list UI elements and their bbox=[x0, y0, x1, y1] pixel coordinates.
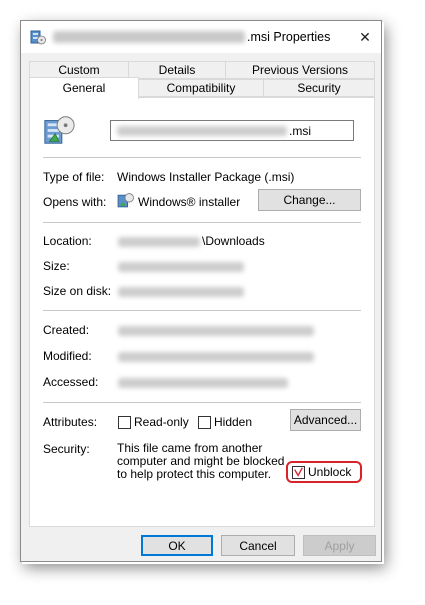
close-button[interactable]: ✕ bbox=[349, 21, 381, 53]
general-panel: .msi Type of file: Windows Installer Pac… bbox=[29, 97, 375, 527]
security-label: Security: bbox=[43, 442, 90, 456]
size-redacted bbox=[118, 262, 244, 272]
modified-label: Modified: bbox=[43, 349, 92, 363]
installer-package-icon bbox=[44, 116, 75, 144]
file-name-extension: .msi bbox=[289, 124, 311, 138]
window-title: .msi Properties bbox=[247, 30, 331, 44]
size-on-disk-redacted bbox=[118, 287, 244, 297]
file-name-redacted bbox=[117, 126, 287, 136]
apply-button[interactable]: Apply bbox=[303, 535, 376, 556]
hidden-label[interactable]: Hidden bbox=[214, 415, 252, 429]
location-redacted bbox=[118, 237, 200, 247]
size-label: Size: bbox=[43, 259, 70, 273]
change-button-label: Change... bbox=[283, 193, 336, 207]
readonly-checkbox[interactable] bbox=[118, 416, 131, 429]
security-message: This file came from another computer and… bbox=[117, 441, 285, 481]
properties-dialog: .msi Properties ✕ Custom Details Previou… bbox=[20, 20, 382, 562]
close-icon: ✕ bbox=[359, 28, 371, 45]
tab-security[interactable]: Security bbox=[263, 79, 375, 97]
separator bbox=[43, 157, 361, 158]
tab-general[interactable]: General bbox=[29, 77, 139, 99]
modified-redacted bbox=[118, 352, 314, 362]
cancel-button-label: Cancel bbox=[239, 538, 277, 553]
tab-label: Compatibility bbox=[166, 81, 236, 95]
title-filename-redacted bbox=[53, 31, 245, 43]
apply-button-label: Apply bbox=[324, 538, 355, 553]
type-of-file-label: Type of file: bbox=[43, 170, 105, 184]
type-of-file-value: Windows Installer Package (.msi) bbox=[117, 170, 295, 184]
separator bbox=[43, 310, 361, 311]
location-value: \Downloads bbox=[202, 234, 265, 248]
tab-label: General bbox=[62, 81, 106, 95]
opens-with-value: Windows® installer bbox=[138, 195, 241, 209]
location-label: Location: bbox=[43, 234, 92, 248]
change-button[interactable]: Change... bbox=[258, 189, 361, 211]
cancel-button[interactable]: Cancel bbox=[221, 535, 295, 556]
tab-label: Previous Versions bbox=[251, 63, 349, 77]
unblock-checkbox[interactable] bbox=[292, 466, 305, 479]
created-label: Created: bbox=[43, 323, 90, 337]
hidden-checkbox[interactable] bbox=[198, 416, 211, 429]
readonly-label[interactable]: Read-only bbox=[134, 415, 189, 429]
msi-package-icon bbox=[30, 30, 46, 45]
tab-previous-versions[interactable]: Previous Versions bbox=[225, 61, 375, 79]
accessed-label: Accessed: bbox=[43, 375, 99, 389]
opens-with-label: Opens with: bbox=[43, 195, 107, 209]
title-bar[interactable]: .msi Properties ✕ bbox=[21, 21, 381, 53]
tab-label: Security bbox=[297, 81, 341, 95]
separator bbox=[43, 402, 361, 403]
ok-button-label: OK bbox=[168, 538, 186, 553]
unblock-label[interactable]: Unblock bbox=[308, 465, 351, 479]
advanced-button-label: Advanced... bbox=[293, 413, 358, 427]
ok-button[interactable]: OK bbox=[141, 535, 213, 556]
accessed-redacted bbox=[118, 378, 288, 388]
separator bbox=[43, 222, 361, 223]
tab-label: Details bbox=[158, 63, 196, 77]
created-redacted bbox=[118, 326, 314, 336]
tab-details[interactable]: Details bbox=[128, 61, 226, 79]
file-name-field[interactable]: .msi bbox=[110, 120, 354, 141]
attributes-label: Attributes: bbox=[43, 415, 98, 429]
tab-compatibility[interactable]: Compatibility bbox=[138, 79, 264, 97]
size-on-disk-label: Size on disk: bbox=[43, 284, 112, 298]
advanced-button[interactable]: Advanced... bbox=[290, 409, 361, 431]
windows-installer-icon bbox=[117, 193, 134, 208]
tab-label: Custom bbox=[58, 63, 100, 77]
check-mark-icon bbox=[294, 467, 303, 477]
